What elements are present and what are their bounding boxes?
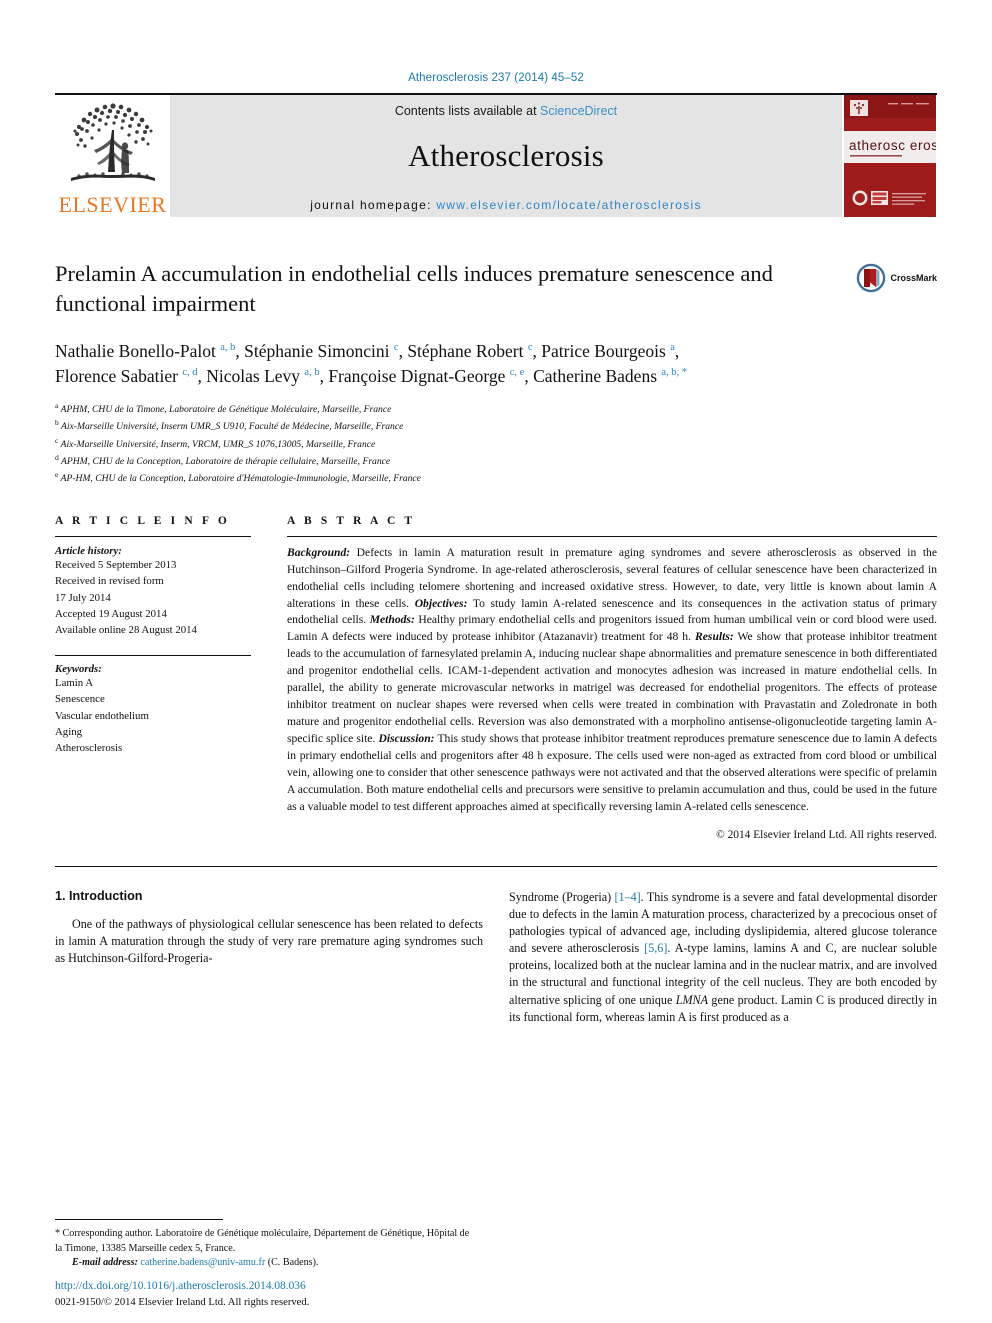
elsevier-logo: ELSEVIER bbox=[55, 95, 170, 217]
email-attribution: (C. Badens). bbox=[265, 1257, 319, 1269]
journal-title: Atherosclerosis bbox=[408, 138, 604, 173]
masthead-center: Contents lists available at ScienceDirec… bbox=[170, 95, 842, 217]
citation-reference[interactable]: [1–4] bbox=[614, 890, 640, 904]
abstract-section-label: Results: bbox=[695, 630, 734, 644]
gene-name: LMNA bbox=[675, 992, 709, 1007]
info-abstract-row: A R T I C L E I N F O Article history: R… bbox=[55, 515, 937, 841]
abstract-section: Discussion: This study shows that protea… bbox=[287, 731, 938, 813]
keywords-rule bbox=[55, 654, 251, 656]
affiliation-item: c Aix-Marseille Université, Inserm, VRCM… bbox=[55, 435, 376, 450]
introduction-paragraph-right: Syndrome (Progeria) [1–4]. This syndrome… bbox=[509, 889, 937, 1024]
abstract-rule bbox=[287, 535, 937, 537]
abstract-heading: A B S T R A C T bbox=[287, 514, 416, 527]
body-separator-rule bbox=[55, 865, 937, 867]
affiliation-marker: e bbox=[55, 470, 59, 480]
corresponding-author-note: * Corresponding author. Laboratoire de G… bbox=[55, 1227, 475, 1256]
sciencedirect-link[interactable]: ScienceDirect bbox=[540, 104, 617, 118]
article-history-label: Article history: bbox=[55, 544, 122, 557]
author-list: Nathalie Bonello-Palot a, b, Stéphanie S… bbox=[55, 339, 937, 389]
affiliation-marker: a bbox=[55, 401, 59, 411]
affiliation-marker: c bbox=[55, 435, 59, 445]
doi-block: http://dx.doi.org/10.1016/j.atherosclero… bbox=[55, 1278, 515, 1311]
abstract-section: Results: We show that protease inhibitor… bbox=[287, 630, 937, 745]
elsevier-tree-icon bbox=[70, 103, 155, 181]
introduction-heading: 1. Introduction bbox=[55, 888, 143, 903]
page-title: Prelamin A accumulation in endothelial c… bbox=[55, 261, 773, 316]
list-item: Received in revised form bbox=[55, 575, 164, 588]
journal-masthead: ELSEVIER Contents lists available at Sci… bbox=[55, 95, 937, 217]
list-item: 17 July 2014 bbox=[55, 591, 111, 604]
crossmark-badge[interactable]: CrossMark bbox=[856, 263, 937, 293]
keywords-list: Lamin A Senescence Vascular endothelium Agi… bbox=[55, 675, 251, 757]
abstract-section-label: Objectives: bbox=[414, 596, 468, 610]
article-info-rule bbox=[55, 535, 251, 537]
list-item: Senescence bbox=[55, 693, 105, 706]
body-two-column: 1. Introduction One of the pathways of p… bbox=[55, 889, 937, 1026]
citation-reference[interactable]: [5,6] bbox=[644, 941, 667, 955]
body-column-right: Syndrome (Progeria) [1–4]. This syndrome… bbox=[509, 889, 937, 1026]
abstract-section-label: Methods: bbox=[369, 613, 415, 627]
journal-homepage-line: journal homepage: www.elsevier.com/locat… bbox=[310, 198, 702, 212]
affiliation-item: b Aix-Marseille Université, Inserm UMR_S… bbox=[55, 418, 404, 433]
crossmark-icon bbox=[856, 263, 886, 293]
affiliation-marker: d bbox=[55, 453, 59, 463]
abstract-copyright: © 2014 Elsevier Ireland Ltd. All rights … bbox=[716, 828, 937, 841]
author-line-2: Florence Sabatier c, d, Nicolas Levy a, … bbox=[55, 366, 688, 387]
introduction-paragraph-left: One of the pathways of physiological cel… bbox=[55, 916, 483, 965]
affiliation-item: e AP-HM, CHU de la Conception, Laboratoi… bbox=[55, 470, 421, 485]
list-item: Received 5 September 2013 bbox=[55, 558, 177, 571]
affiliation-item: d APHM, CHU de la Conception, Laboratoir… bbox=[55, 453, 391, 468]
contents-available-line: Contents lists available at ScienceDirec… bbox=[395, 104, 617, 118]
doi-link[interactable]: http://dx.doi.org/10.1016/j.atherosclero… bbox=[55, 1278, 515, 1295]
affiliation-marker: b bbox=[55, 418, 59, 428]
article-history-list: Received 5 September 2013 Received in rev… bbox=[55, 557, 251, 639]
homepage-url-link[interactable]: www.elsevier.com/locate/atherosclerosis bbox=[436, 198, 701, 212]
corresponding-author-text: Corresponding author. Laboratoire de Gén… bbox=[55, 1228, 470, 1254]
footnote-block: * Corresponding author. Laboratoire de G… bbox=[55, 1219, 475, 1271]
issn-copyright-line: 0021-9150/© 2014 Elsevier Ireland Ltd. A… bbox=[55, 1297, 310, 1309]
homepage-prefix: journal homepage: bbox=[310, 198, 437, 212]
body-column-left: 1. Introduction One of the pathways of p… bbox=[55, 889, 483, 1026]
email-address-label: E-mail address: bbox=[72, 1257, 138, 1269]
crossmark-label: CrossMark bbox=[890, 273, 937, 283]
footnote-rule bbox=[55, 1219, 223, 1221]
contents-prefix: Contents lists available at bbox=[394, 104, 541, 118]
elsevier-wordmark: ELSEVIER bbox=[58, 192, 167, 217]
paper-page: Atherosclerosis 237 (2014) 45–52 ELSEVIE… bbox=[0, 0, 992, 1323]
running-head: Atherosclerosis 237 (2014) 45–52 bbox=[408, 72, 584, 84]
email-address-link[interactable]: catherine.badens@univ-amu.fr bbox=[140, 1257, 265, 1268]
list-item: Lamin A bbox=[55, 676, 94, 689]
article-title-block: Prelamin A accumulation in endothelial c… bbox=[55, 259, 937, 318]
list-item: Available online 28 August 2014 bbox=[55, 624, 197, 637]
abstract-section-label: Background: bbox=[287, 545, 351, 559]
article-info-heading: A R T I C L E I N F O bbox=[55, 514, 230, 527]
cover-image-icon: atherosc eros s bbox=[843, 95, 936, 217]
abstract-body: Background: Defects in lamin A maturatio… bbox=[287, 545, 937, 816]
list-item: Vascular endothelium bbox=[55, 709, 149, 722]
affiliations-list: a APHM, CHU de la Timone, Laboratoire de… bbox=[55, 400, 937, 487]
journal-cover-thumbnail: atherosc eros s bbox=[842, 95, 937, 217]
abstract-section-label: Discussion: bbox=[378, 731, 435, 745]
email-note: E-mail address: catherine.badens@univ-am… bbox=[55, 1256, 475, 1271]
affiliation-item: a APHM, CHU de la Timone, Laboratoire de… bbox=[55, 401, 392, 416]
author-line-1: Nathalie Bonello-Palot a, b, Stéphanie S… bbox=[55, 341, 680, 362]
list-item: Aging bbox=[55, 726, 82, 739]
list-item: Accepted 19 August 2014 bbox=[55, 608, 167, 620]
svg-text:atherosc eros s: atherosc eros s bbox=[849, 138, 936, 153]
list-item: Atherosclerosis bbox=[55, 742, 123, 755]
abstract-column: A B S T R A C T Background: Defects in l… bbox=[287, 515, 937, 841]
article-info-column: A R T I C L E I N F O Article history: R… bbox=[55, 515, 251, 841]
keywords-label: Keywords: bbox=[55, 662, 102, 675]
keywords-block: Keywords: Lamin A Senescence Vascular endo… bbox=[55, 654, 251, 757]
